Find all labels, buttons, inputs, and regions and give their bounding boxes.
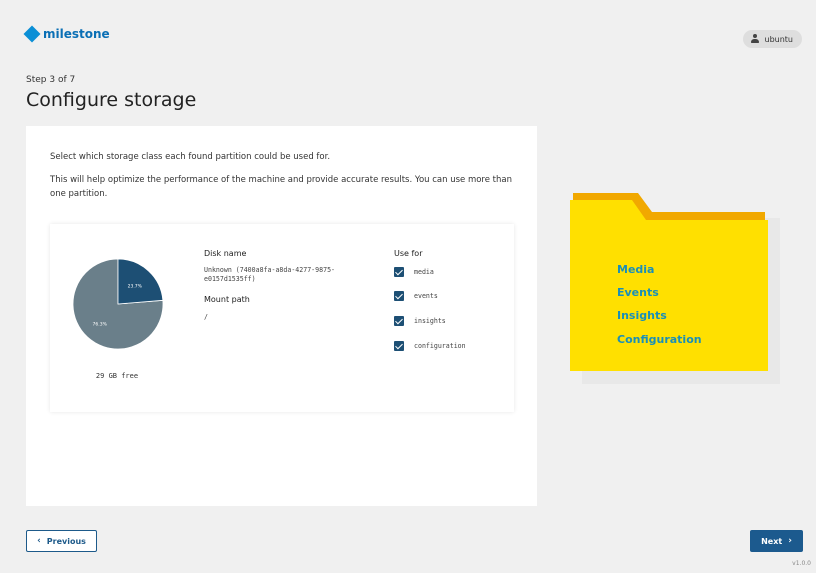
storage-panel: Select which storage class each found pa…	[26, 126, 537, 506]
use-row-events: events	[394, 291, 438, 301]
insights-checkbox[interactable]	[394, 316, 404, 326]
use-row-media: media	[394, 267, 434, 277]
version-text: v1.0.0	[792, 560, 811, 567]
next-label: Next	[761, 536, 783, 546]
user-name: ubuntu	[764, 34, 794, 44]
pie-label-free: 76.3%	[93, 321, 108, 327]
folder-item-configuration: Configuration	[617, 333, 702, 346]
disk-usage-pie: 23.7% 76.3%	[72, 258, 164, 350]
events-checkbox[interactable]	[394, 291, 404, 301]
milestone-logo: milestone	[23, 25, 110, 43]
pie-slice-used	[117, 258, 164, 305]
folder-item-media: Media	[617, 263, 655, 276]
storage-folder-illustration: Media Events Insights Configuration	[570, 188, 782, 388]
user-icon	[750, 34, 760, 44]
media-checkbox[interactable]	[394, 267, 404, 277]
intro-text: Select which storage class each found pa…	[50, 152, 331, 162]
configuration-checkbox[interactable]	[394, 341, 404, 351]
media-label: media	[414, 268, 434, 276]
configuration-label: configuration	[414, 342, 466, 350]
logo-text: milestone	[43, 27, 110, 41]
page-title: Configure storage	[26, 89, 197, 111]
free-space-text: 29 GB free	[95, 372, 139, 380]
insights-label: insights	[414, 317, 446, 325]
events-label: events	[414, 292, 438, 300]
mount-path-label: Mount path	[204, 295, 250, 304]
previous-label: Previous	[46, 536, 86, 546]
logo-diamond-icon	[23, 25, 41, 43]
folder-item-insights: Insights	[617, 309, 667, 322]
use-row-configuration: configuration	[394, 341, 466, 351]
chevron-left-icon: ‹	[37, 535, 41, 546]
help-text: This will help optimize the performance …	[50, 175, 512, 199]
partition-card: 23.7% 76.3% 29 GB free Disk name Unknown…	[50, 224, 514, 412]
use-row-insights: insights	[394, 316, 446, 326]
chevron-right-icon: ›	[788, 535, 792, 546]
next-button[interactable]: Next ›	[750, 530, 803, 552]
previous-button[interactable]: ‹ Previous	[26, 530, 97, 552]
disk-name-label: Disk name	[204, 249, 247, 258]
mount-path-value: /	[204, 313, 208, 321]
user-menu-button[interactable]: ubuntu	[742, 30, 802, 48]
disk-name-value: Unknown (7400a8fa-a8da-4277-9875-e0157d1…	[204, 266, 336, 283]
folder-item-events: Events	[617, 286, 659, 299]
use-for-label: Use for	[394, 249, 423, 258]
top-bar: milestone ubuntu	[0, 0, 816, 60]
pie-label-used: 23.7%	[128, 283, 143, 289]
folder-icon	[570, 193, 780, 384]
step-indicator: Step 3 of 7	[26, 75, 76, 85]
